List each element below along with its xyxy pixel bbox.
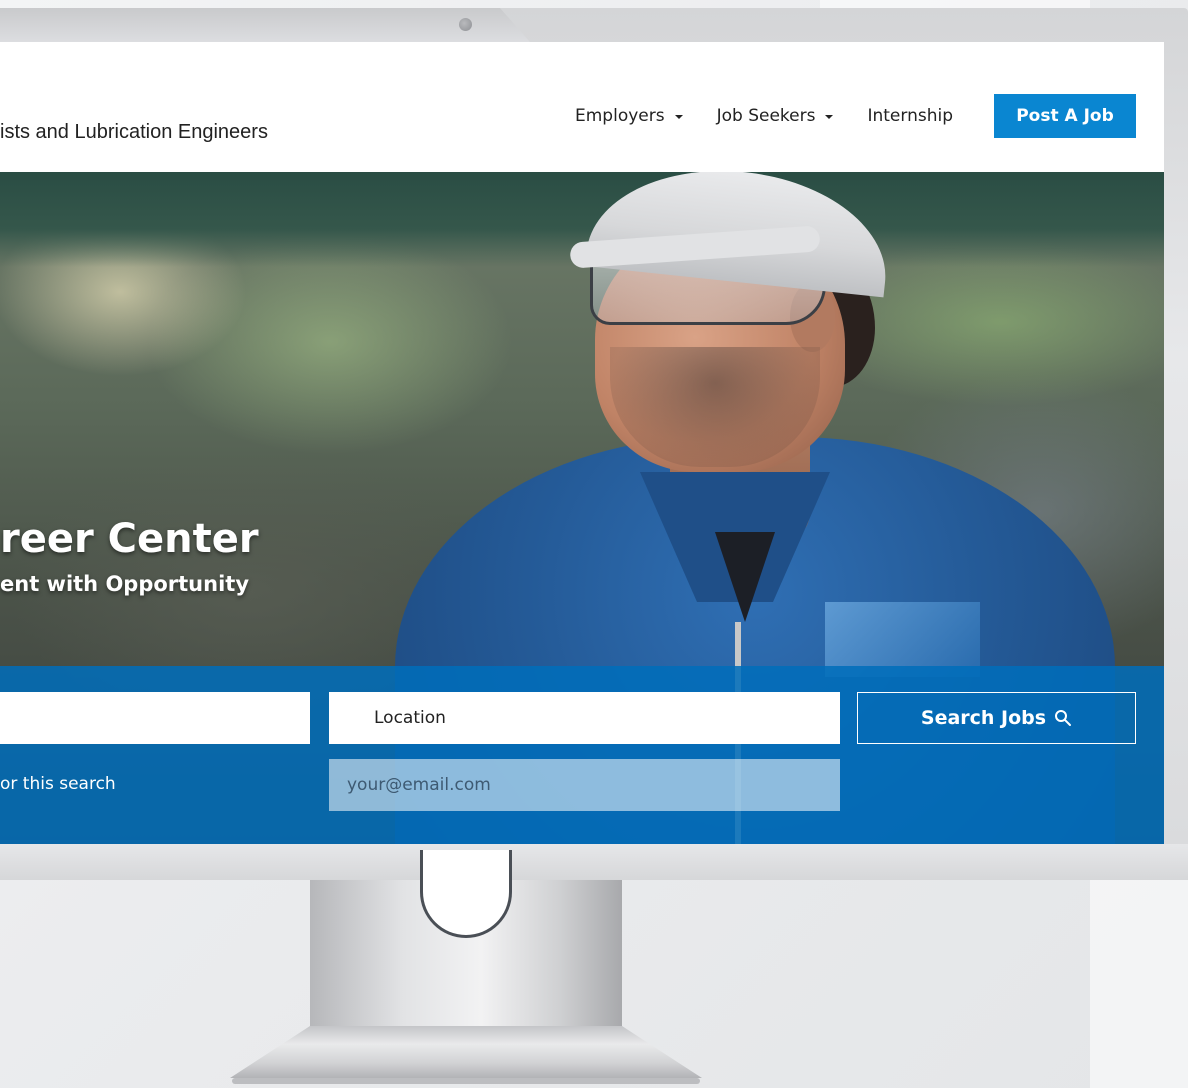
monitor-chin <box>0 844 1188 880</box>
location-placeholder: Location <box>374 708 446 728</box>
nav-item-internship[interactable]: Internship <box>867 106 953 126</box>
background-facet <box>1090 880 1188 1088</box>
hero-banner: reer Center ent with Opportunity Locatio… <box>0 172 1164 844</box>
nav-item-label: Employers <box>575 106 665 126</box>
job-search-panel: Location Search Jobs or this search your… <box>0 666 1164 844</box>
background-facet <box>820 0 1090 8</box>
chevron-down-icon <box>825 115 834 119</box>
monitor-bezel-top <box>0 8 530 42</box>
hero-subtitle: ent with Opportunity <box>0 572 250 596</box>
monitor-stand-shadow <box>232 1078 700 1084</box>
monitor-stand-cable-hole <box>420 850 512 938</box>
email-placeholder: your@email.com <box>347 775 491 795</box>
organization-name[interactable]: ists and Lubrication Engineers <box>0 121 268 144</box>
chevron-down-icon <box>674 115 683 119</box>
search-icon <box>1054 709 1072 727</box>
email-field[interactable]: your@email.com <box>329 759 840 811</box>
search-jobs-label: Search Jobs <box>920 707 1047 729</box>
site-header: ists and Lubrication Engineers Employers… <box>0 42 1164 172</box>
hero-title: reer Center <box>0 516 259 562</box>
nav-item-label: Job Seekers <box>716 106 816 126</box>
search-jobs-button[interactable]: Search Jobs <box>857 692 1136 744</box>
job-alert-label: or this search <box>0 774 116 794</box>
nav-item-job-seekers[interactable]: Job Seekers <box>717 106 834 126</box>
post-a-job-button[interactable]: Post A Job <box>994 94 1136 138</box>
monitor-stand-base <box>230 1026 702 1078</box>
keyword-input[interactable] <box>0 692 310 744</box>
nav-item-employers[interactable]: Employers <box>575 106 683 126</box>
main-nav: Employers Job Seekers Internship <box>575 96 987 136</box>
nav-item-label: Internship <box>867 106 953 126</box>
camera-icon <box>459 18 472 31</box>
location-input[interactable]: Location <box>329 692 840 744</box>
monitor-screen: ists and Lubrication Engineers Employers… <box>0 42 1164 844</box>
